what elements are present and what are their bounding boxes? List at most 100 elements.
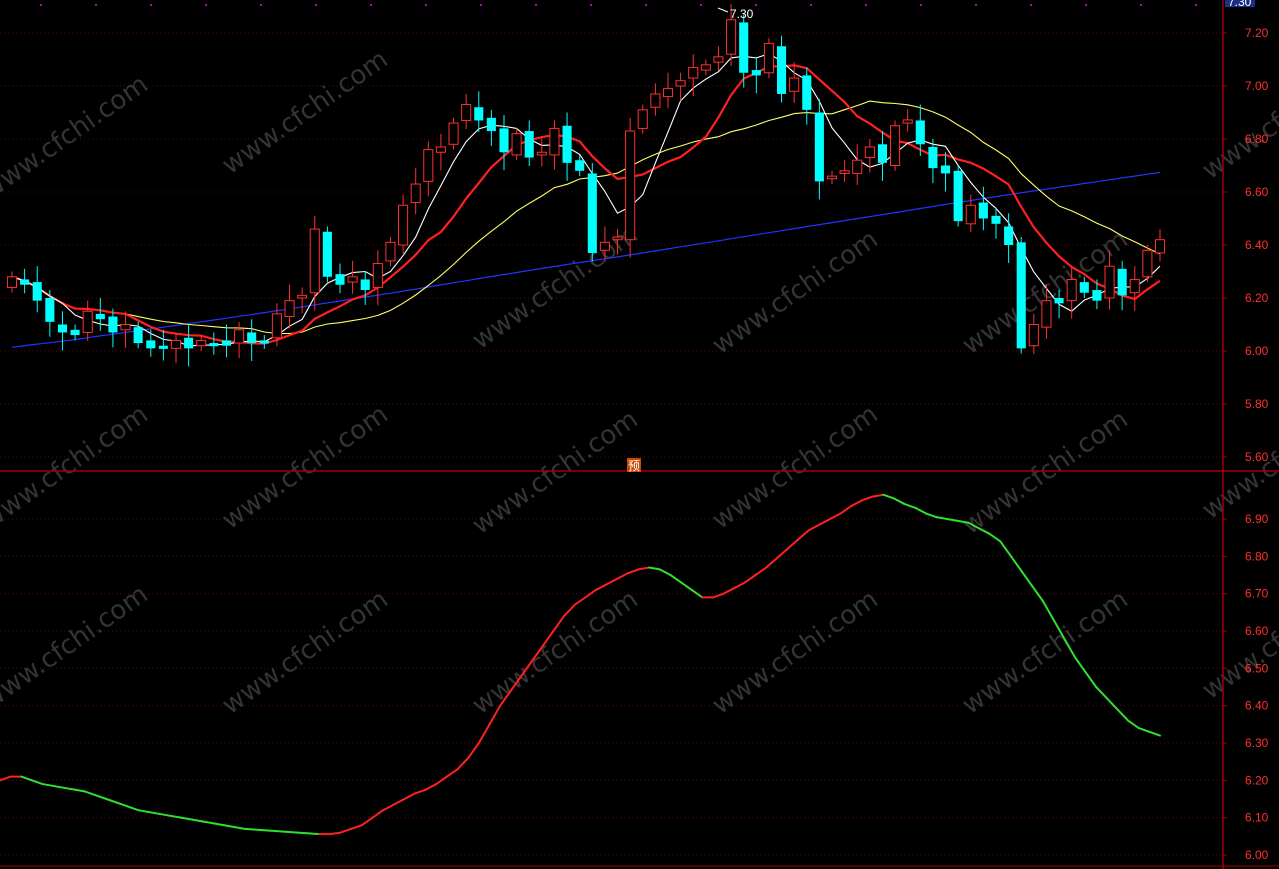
candle-body-down bbox=[499, 128, 509, 153]
indicator-tick-label: 6.50 bbox=[1245, 661, 1269, 675]
indicator-segment-down bbox=[158, 812, 172, 817]
candle-body-up bbox=[700, 64, 711, 71]
indicator-segment-down bbox=[1020, 570, 1034, 588]
candle-body-down bbox=[486, 117, 496, 132]
candle-body-up bbox=[423, 149, 434, 182]
indicator-segment-up bbox=[850, 499, 864, 507]
indicator-segment-down bbox=[1031, 585, 1044, 603]
candle-body-down bbox=[575, 160, 585, 171]
indicator-segment-down bbox=[105, 798, 119, 804]
indicator-segment-down bbox=[243, 827, 257, 831]
top-dot-marker bbox=[40, 4, 42, 6]
indicator-segment-up bbox=[722, 587, 736, 595]
indicator-segment-up bbox=[456, 756, 470, 771]
candle-body-up bbox=[410, 183, 421, 204]
indicator-segment-down bbox=[892, 497, 906, 506]
indicator-segment-up bbox=[861, 495, 874, 502]
candle-body-down bbox=[209, 343, 219, 347]
candle-body-down bbox=[877, 144, 888, 163]
indicator-segment-down bbox=[1041, 600, 1055, 621]
indicator-segment-down bbox=[924, 512, 938, 519]
price-tick-label: 7.20 bbox=[1245, 26, 1269, 40]
indicator-segment-down bbox=[999, 540, 1013, 558]
indicator-segment-up bbox=[807, 523, 821, 532]
candle-body-down bbox=[70, 329, 80, 336]
top-dot-marker bbox=[700, 4, 702, 6]
indicator-segment-up bbox=[829, 512, 842, 520]
candle-body-down bbox=[221, 340, 232, 346]
candle-body-up bbox=[688, 66, 699, 79]
candle-body-up bbox=[675, 80, 686, 87]
candle-body-down bbox=[1016, 242, 1026, 349]
indicator-segment-up bbox=[594, 583, 608, 591]
candle-body-up bbox=[1066, 278, 1077, 302]
top-dot-marker bbox=[975, 4, 977, 6]
price-tick-label: 6.40 bbox=[1245, 238, 1269, 252]
indicator-segment-up bbox=[605, 577, 619, 586]
indicator-segment-up bbox=[414, 788, 427, 795]
indicator-segment-up bbox=[743, 574, 757, 584]
candle-body-up bbox=[170, 339, 182, 349]
candle-body-down bbox=[776, 46, 787, 94]
indicator-segment-down bbox=[882, 493, 895, 500]
indicator-segment-up bbox=[0, 775, 12, 782]
candle-body-down bbox=[474, 107, 484, 121]
candle-body-up bbox=[650, 93, 661, 108]
top-dot-marker bbox=[480, 4, 482, 6]
indicator-tick-label: 6.20 bbox=[1245, 773, 1269, 787]
high-marker-pointer bbox=[717, 7, 729, 13]
indicator-tick-label: 6.80 bbox=[1245, 549, 1269, 563]
indicator-line bbox=[0, 493, 1161, 836]
candle-body-down bbox=[991, 215, 1001, 224]
indicator-segment-down bbox=[658, 568, 672, 576]
candle-body-down bbox=[562, 125, 572, 163]
indicator-segment-down bbox=[903, 503, 917, 509]
top-dot-marker bbox=[260, 4, 262, 6]
indicator-segment-down bbox=[62, 786, 76, 791]
indicator-segment-down bbox=[20, 775, 33, 782]
indicator-segment-down bbox=[126, 805, 140, 812]
indicator-segment-down bbox=[190, 818, 204, 823]
watermark-text: www.cfchi.com bbox=[707, 224, 884, 360]
indicator-segment-up bbox=[775, 547, 789, 560]
indicator-segment-down bbox=[1073, 656, 1087, 674]
indicator-segment-up bbox=[424, 783, 438, 791]
price-tick-label: 6.80 bbox=[1245, 132, 1269, 146]
candle-body-up bbox=[1041, 300, 1052, 328]
indicator-segment-down bbox=[73, 788, 87, 793]
top-dot-marker bbox=[425, 4, 427, 6]
top-dot-marker bbox=[205, 4, 207, 6]
top-dot-marker bbox=[150, 4, 152, 6]
indicator-segment-down bbox=[1137, 727, 1151, 733]
indicator-segment-down bbox=[1095, 686, 1108, 700]
candle-body-up bbox=[852, 159, 863, 174]
indicator-segment-down bbox=[30, 779, 44, 786]
prediction-badge[interactable]: 预 bbox=[628, 459, 640, 473]
watermark-text: www.cfchi.com bbox=[1197, 49, 1279, 185]
indicator-segment-up bbox=[797, 529, 810, 541]
high-marker-label: 7.30 bbox=[730, 7, 754, 21]
price-tick-label: 6.60 bbox=[1245, 185, 1269, 199]
candle-body-up bbox=[309, 228, 320, 294]
indicator-segment-down bbox=[254, 828, 268, 832]
candle-body-down bbox=[57, 324, 68, 333]
candle-body-down bbox=[247, 332, 257, 344]
top-dot-marker bbox=[95, 4, 97, 6]
watermark-text: www.cfchi.com bbox=[467, 404, 644, 540]
watermark-text: www.cfchi.com bbox=[217, 44, 394, 180]
indicator-tick-label: 6.30 bbox=[1245, 736, 1269, 750]
indicator-segment-down bbox=[914, 506, 927, 515]
indicator-segment-down bbox=[201, 820, 214, 825]
candle-body-down bbox=[322, 231, 332, 277]
candle-body-up bbox=[965, 204, 976, 225]
candle-body-up bbox=[234, 329, 245, 344]
candle-body-up bbox=[1142, 249, 1153, 278]
indicator-segment-up bbox=[733, 581, 746, 590]
indicator-segment-down bbox=[648, 566, 661, 571]
indicator-segment-up bbox=[573, 596, 587, 606]
indicator-segment-up bbox=[754, 566, 768, 576]
candle-body-up bbox=[789, 77, 800, 92]
indicator-tick-label: 6.90 bbox=[1245, 512, 1269, 526]
candle-body-down bbox=[335, 274, 345, 285]
candle-body-up bbox=[284, 300, 295, 318]
